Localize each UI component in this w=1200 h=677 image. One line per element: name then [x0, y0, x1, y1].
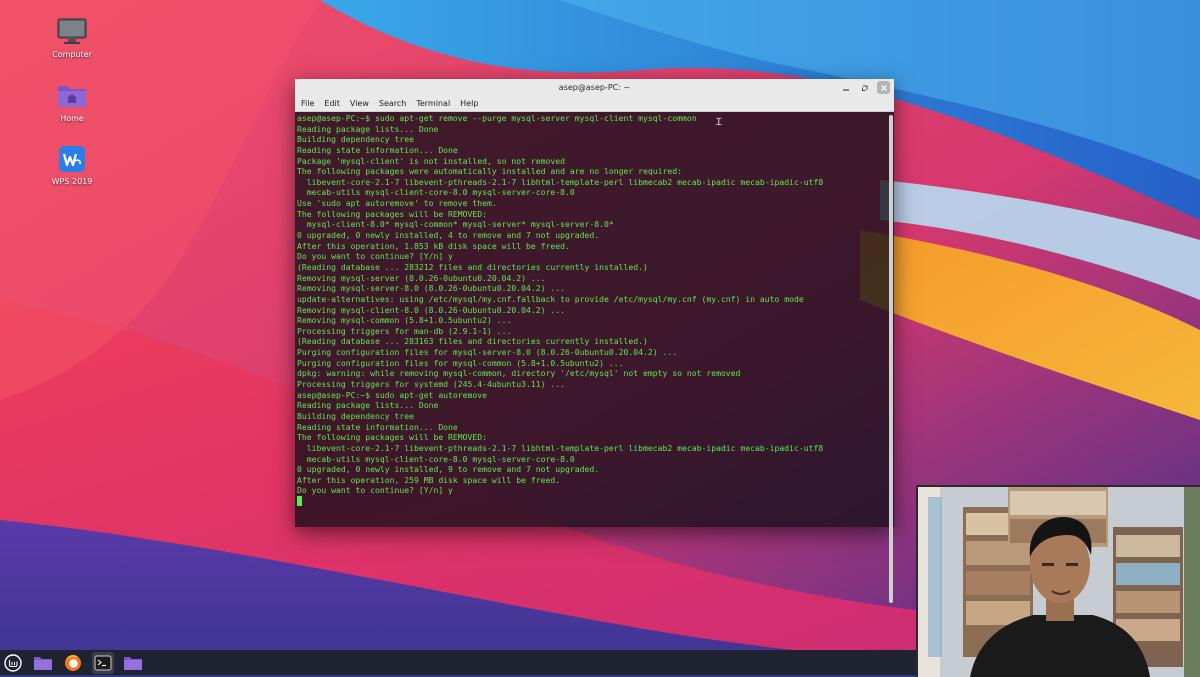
- terminal-line: Reading state information... Done: [297, 144, 458, 155]
- mint-menu-icon: [4, 653, 22, 672]
- terminal-line: update-alternatives: using /etc/mysql/my…: [297, 293, 804, 304]
- minimize-button[interactable]: [839, 81, 852, 94]
- firefox-taskbar-button[interactable]: [62, 652, 84, 674]
- menu-terminal[interactable]: Terminal: [416, 99, 450, 108]
- terminal-prompt-line[interactable]: [297, 496, 886, 507]
- terminal-line: Reading package lists... Done: [297, 400, 439, 411]
- terminal-taskbar-button[interactable]: [92, 651, 114, 674]
- terminal-line: The following packages will be REMOVED:: [297, 432, 488, 443]
- window-title: asep@asep-PC: ~: [558, 83, 631, 92]
- terminal-line: Purging configuration files for mysql-se…: [297, 347, 678, 358]
- terminal-line: asep@asep-PC:~$ sudo apt-get autoremove: [297, 389, 488, 400]
- terminal-line: Package 'mysql-client' is not installed,…: [297, 155, 566, 166]
- terminal-line: Reading state information... Done: [297, 421, 458, 432]
- firefox-icon: [65, 654, 81, 671]
- terminal-line: Use 'sudo apt autoremove' to remove them…: [297, 198, 497, 209]
- terminal-line: Removing mysql-client-8.0 (8.0.26-0ubunt…: [297, 304, 566, 315]
- restore-button[interactable]: [858, 81, 871, 94]
- terminal-line: libevent-core-2.1-7 libevent-pthreads-2.…: [297, 176, 824, 187]
- terminal-line: libevent-core-2.1-7 libevent-pthreads-2.…: [297, 442, 824, 453]
- mint-menu-button[interactable]: [2, 652, 24, 674]
- terminal-line: asep@asep-PC:~$ sudo apt-get remove --pu…: [297, 113, 697, 123]
- terminal-line: mecab-utils mysql-client-core-8.0 mysql-…: [297, 187, 575, 198]
- terminal-cursor: [297, 496, 302, 507]
- terminal-line: Removing mysql-server-8.0 (8.0.26-0ubunt…: [297, 283, 566, 294]
- files-taskbar-button[interactable]: [32, 652, 54, 674]
- wps-office-icon: [57, 145, 87, 173]
- computer-icon: [57, 18, 87, 46]
- terminal-line: Removing mysql-server (8.0.26-0ubuntu0.2…: [297, 272, 546, 283]
- text-cursor-icon: Ɪ: [716, 117, 722, 128]
- desktop-icon-computer[interactable]: Computer: [37, 18, 107, 59]
- menu-file[interactable]: File: [301, 99, 314, 108]
- terminal-output[interactable]: asep@asep-PC:~$ sudo apt-get remove --pu…: [295, 112, 888, 527]
- webcam-overlay: [916, 485, 1200, 677]
- restore-icon: [861, 85, 867, 91]
- terminal-line: 0 upgraded, 0 newly installed, 4 to remo…: [297, 230, 600, 241]
- terminal-line: The following packages will be REMOVED:: [297, 208, 488, 219]
- terminal-window[interactable]: asep@asep-PC: ~ File Edit View Search Te…: [295, 79, 894, 603]
- terminal-line: Building dependency tree: [297, 134, 414, 145]
- desktop-icon-label: Home: [60, 114, 84, 123]
- desktop-icon-home[interactable]: Home: [37, 82, 107, 123]
- terminal-line: After this operation, 259 MB disk space …: [297, 474, 561, 485]
- folder-icon: [124, 656, 142, 670]
- terminal-line: Processing triggers for systemd (245.4-4…: [297, 379, 566, 390]
- desktop-icon-label: Computer: [52, 50, 92, 59]
- terminal-line: Purging configuration files for mysql-co…: [297, 357, 624, 368]
- terminal-line: (Reading database ... 283212 files and d…: [297, 261, 648, 272]
- terminal-line: Do you want to continue? [Y/n] y: [297, 485, 453, 496]
- terminal-line: mecab-utils mysql-client-core-8.0 mysql-…: [297, 453, 575, 464]
- terminal-line: mysql-client-8.0* mysql-common* mysql-se…: [297, 219, 614, 230]
- terminal-scrollbar[interactable]: [889, 115, 893, 603]
- menu-help[interactable]: Help: [460, 99, 478, 108]
- home-folder-icon: [57, 82, 87, 110]
- desktop-icon-wps[interactable]: WPS 2019: [37, 145, 107, 186]
- terminal-menubar: File Edit View Search Terminal Help: [295, 96, 894, 112]
- webcam-video-image: [918, 487, 1200, 677]
- minimize-icon: [842, 88, 849, 91]
- menu-view[interactable]: View: [350, 99, 369, 108]
- terminal-line: Reading package lists... Done: [297, 123, 439, 134]
- terminal-line: Building dependency tree: [297, 410, 414, 421]
- terminal-line: Removing mysql-common (5.8+1.0.5ubuntu2)…: [297, 315, 512, 326]
- terminal-line: 0 upgraded, 0 newly installed, 9 to remo…: [297, 464, 600, 475]
- terminal-line: Processing triggers for man-db (2.9.1-1)…: [297, 325, 512, 336]
- terminal-line: (Reading database ... 283163 files and d…: [297, 336, 648, 347]
- close-button[interactable]: [877, 81, 890, 94]
- terminal-line: dpkg: warning: while removing mysql-comm…: [297, 368, 741, 379]
- terminal-line: Do you want to continue? [Y/n] y: [297, 251, 453, 262]
- menu-search[interactable]: Search: [379, 99, 406, 108]
- folder-taskbar-button[interactable]: [122, 652, 144, 674]
- window-titlebar[interactable]: asep@asep-PC: ~: [295, 79, 894, 96]
- scrollbar-thumb[interactable]: [889, 115, 893, 603]
- close-icon: [880, 84, 887, 91]
- desktop-icon-label: WPS 2019: [51, 177, 93, 186]
- files-icon: [34, 656, 52, 670]
- menu-edit[interactable]: Edit: [324, 99, 340, 108]
- terminal-line: The following packages were automaticall…: [297, 166, 682, 177]
- terminal-icon: [94, 655, 112, 670]
- terminal-line: After this operation, 1.853 kB disk spac…: [297, 240, 570, 251]
